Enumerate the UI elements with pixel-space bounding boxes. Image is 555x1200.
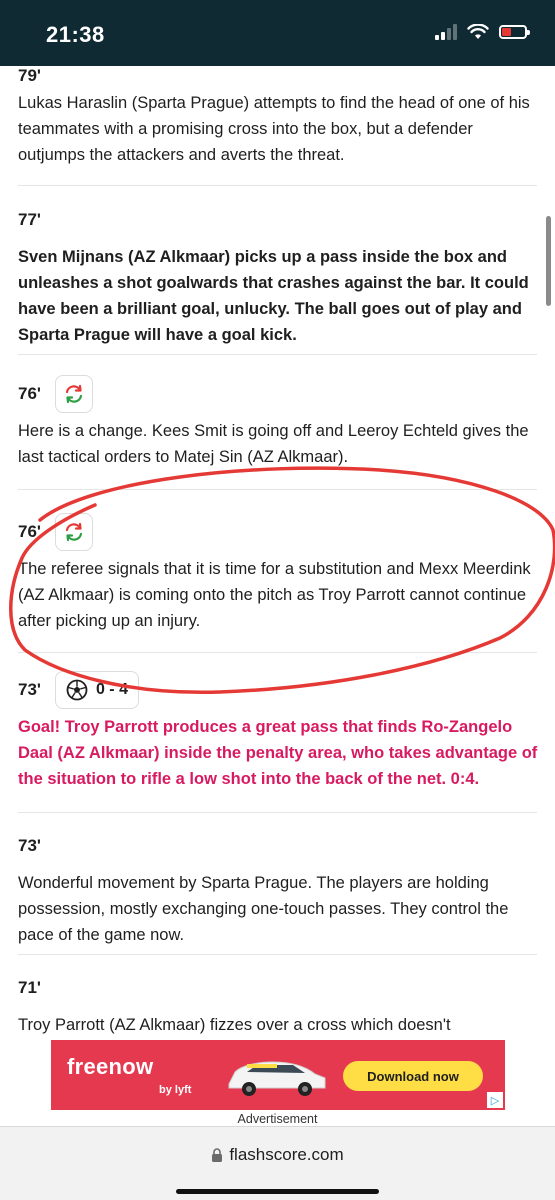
commentary-text: Wonderful movement by Sparta Prague. The… (18, 874, 509, 944)
minute-label: 73' (18, 680, 41, 699)
home-indicator[interactable] (176, 1189, 379, 1194)
commentary-text: Here is a change. Kees Smit is going off… (18, 422, 529, 466)
status-time: 21:38 (46, 22, 105, 47)
commentary-feed[interactable]: 79' Lukas Haraslin (Sparta Prague) attem… (0, 66, 555, 1038)
commentary-item: 76' Here is a change. Kees Smit is going… (18, 375, 538, 470)
ball-icon (66, 679, 88, 701)
divider (18, 354, 537, 355)
commentary-text: Troy Parrott (AZ Alkmaar) fizzes over a … (18, 1016, 451, 1034)
browser-url-bar[interactable]: flashscore.com (0, 1126, 555, 1200)
divider (18, 652, 537, 653)
divider (18, 185, 537, 186)
ad-banner[interactable]: freenow by lyft Download now ▷ (51, 1040, 505, 1110)
commentary-text: Goal! Troy Parrott produces a great pass… (18, 718, 538, 788)
commentary-text: The referee signals that it is time for … (18, 560, 531, 630)
ad-brand-logo: freenow (67, 1054, 154, 1079)
cellular-signal-icon (435, 24, 457, 40)
status-icons (435, 24, 530, 40)
divider (18, 489, 537, 490)
commentary-item-goal: 73' 0 - 4 Goal! Troy Parrott produces a … (18, 671, 538, 792)
ad-download-button[interactable]: Download now (343, 1061, 483, 1091)
minute-label: 71' (18, 978, 41, 997)
commentary-item: 79' Lukas Haraslin (Sparta Prague) attem… (18, 66, 538, 168)
commentary-item: 71' Troy Parrott (AZ Alkmaar) fizzes ove… (18, 970, 538, 1038)
commentary-item: 76' The referee signals that it is time … (18, 513, 538, 634)
minute-label: 76' (18, 384, 41, 403)
divider (18, 812, 537, 813)
status-bar: 21:38 (0, 0, 555, 66)
commentary-text: Lukas Haraslin (Sparta Prague) attempts … (18, 94, 530, 164)
minute-label: 77' (18, 210, 41, 229)
goal-score-badge: 0 - 4 (54, 671, 139, 709)
goal-score: 0 - 4 (95, 681, 128, 698)
lock-icon (212, 1148, 223, 1162)
substitution-icon (54, 513, 93, 551)
commentary-text: Sven Mijnans (AZ Alkmaar) picks up a pas… (18, 248, 529, 344)
commentary-item: 77' Sven Mijnans (AZ Alkmaar) picks up a… (18, 202, 538, 348)
minute-label: 76' (18, 522, 41, 541)
minute-label: 73' (18, 836, 41, 855)
ad-choices-icon[interactable]: ▷ (487, 1092, 503, 1108)
advertisement-area: freenow by lyft Download now ▷ Advertise… (0, 1038, 555, 1126)
commentary-item: 73' Wonderful movement by Sparta Prague.… (18, 828, 538, 948)
url-display[interactable]: flashscore.com (0, 1145, 555, 1165)
divider (18, 954, 537, 955)
ad-brand-sub: by lyft (159, 1084, 192, 1096)
car-icon (228, 1061, 326, 1096)
scrollbar[interactable] (546, 216, 551, 306)
url-text: flashscore.com (229, 1145, 344, 1164)
wifi-icon (467, 24, 489, 39)
substitution-icon (54, 375, 93, 413)
advertisement-label: Advertisement (237, 1112, 318, 1126)
battery-icon (499, 25, 530, 39)
